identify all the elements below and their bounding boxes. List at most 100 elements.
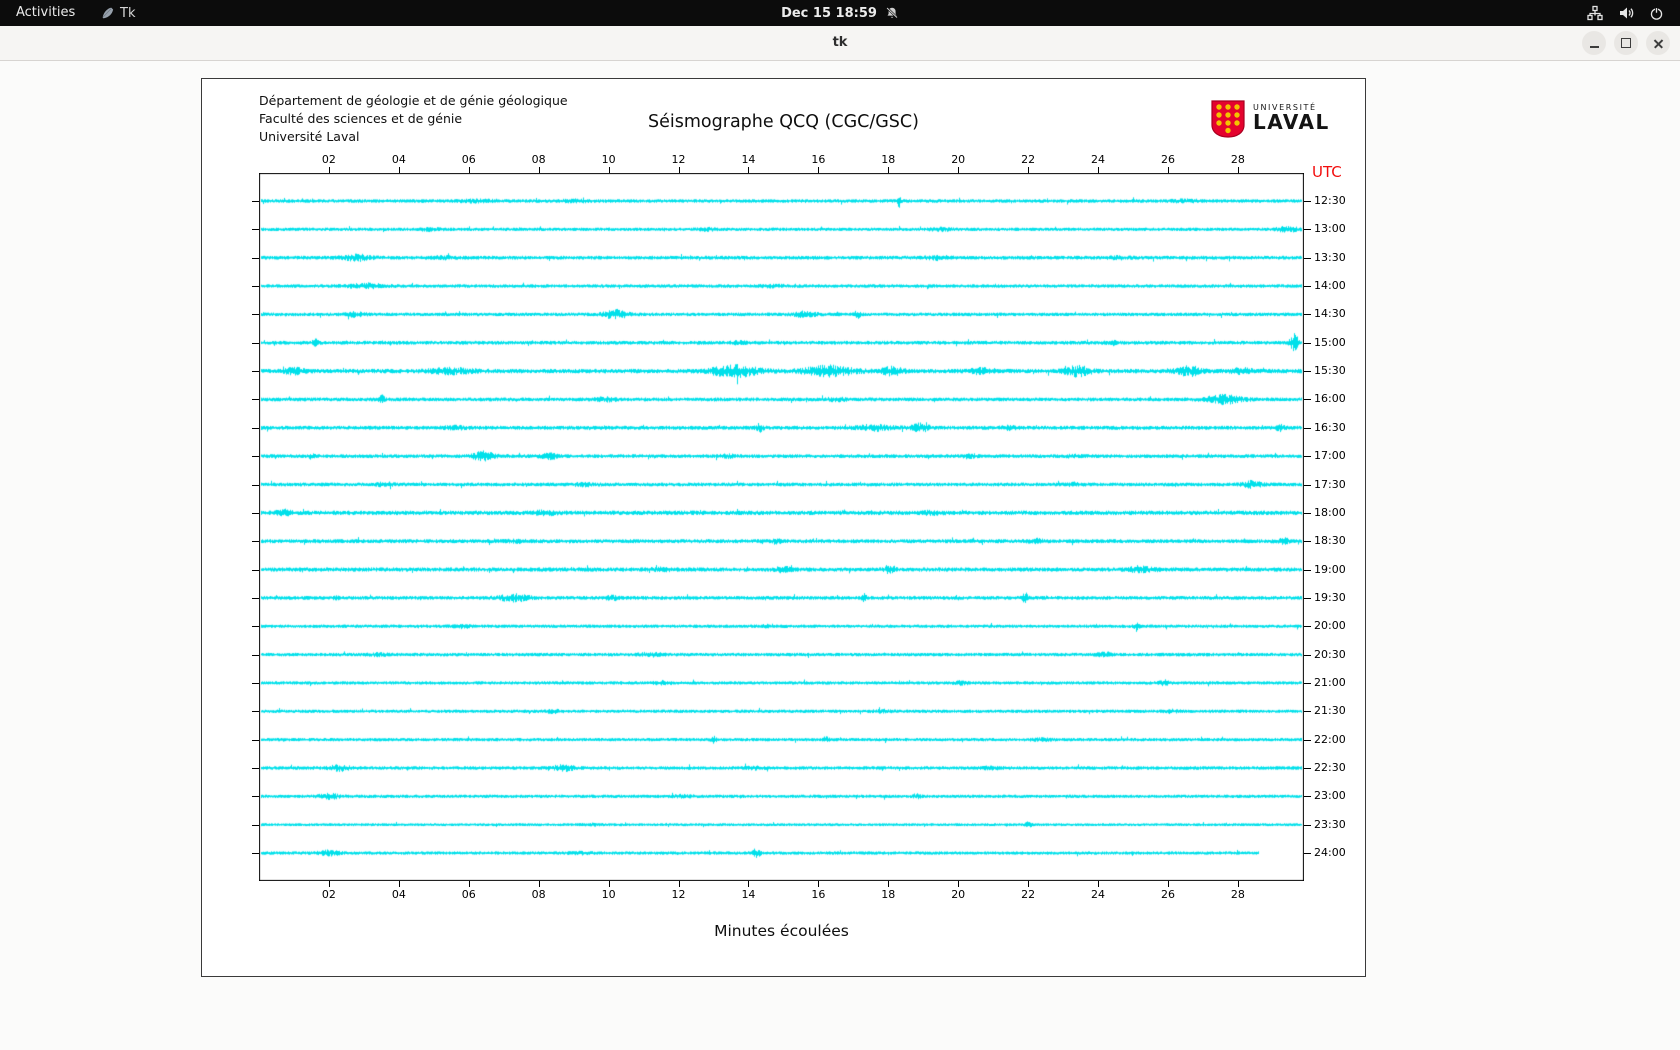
network-topology-icon[interactable] [1587,5,1603,21]
trace-tick-left [252,456,259,457]
trace-tick-left [252,513,259,514]
power-icon[interactable] [1649,6,1664,21]
trace-tick-right [1304,655,1311,656]
x-tick-label-top: 24 [1085,153,1111,166]
trace-tick-left [252,853,259,854]
x-tick-label-top: 04 [386,153,412,166]
x-tick-bottom [469,881,470,887]
trace-tick-right [1304,853,1311,854]
x-tick-label-bottom: 08 [526,888,552,901]
x-tick-label-top: 26 [1155,153,1181,166]
trace-tick-right [1304,428,1311,429]
trace-time-label: 22:00 [1314,733,1346,746]
trace-tick-left [252,626,259,627]
trace-tick-left [252,825,259,826]
utc-label: UTC [1312,163,1342,181]
system-status-area [1577,0,1674,26]
x-tick-bottom [958,881,959,887]
notifications-muted-icon [885,6,899,20]
activities-button[interactable]: Activities [6,0,85,26]
clock-label: Dec 15 18:59 [781,6,877,21]
trace-tick-left [252,428,259,429]
x-tick-label-top: 06 [456,153,482,166]
trace-time-label: 21:00 [1314,676,1346,689]
trace-tick-right [1304,825,1311,826]
app-indicator-label: Tk [120,6,135,21]
window-title: tk [0,26,1680,60]
trace-tick-left [252,371,259,372]
window-body: Département de géologie et de génie géol… [0,61,1680,1050]
trace-tick-right [1304,541,1311,542]
x-tick-bottom [1098,881,1099,887]
app-indicator-tk[interactable]: Tk [100,0,135,26]
x-tick-bottom [539,881,540,887]
minimize-icon [1590,46,1599,48]
trace-tick-right [1304,711,1311,712]
trace-tick-left [252,655,259,656]
laval-logo-text: UNIVERSITÉ LAVAL [1253,99,1330,133]
x-tick-top [399,167,400,173]
trace-time-label: 17:00 [1314,449,1346,462]
trace-tick-right [1304,371,1311,372]
x-tick-label-bottom: 22 [1015,888,1041,901]
x-tick-top [1168,167,1169,173]
trace-tick-right [1304,598,1311,599]
seismograph-canvas-frame: Département de géologie et de génie géol… [201,78,1366,977]
x-tick-label-bottom: 06 [456,888,482,901]
trace-time-label: 14:30 [1314,307,1346,320]
trace-time-label: 23:30 [1314,818,1346,831]
x-tick-bottom [679,881,680,887]
x-tick-label-bottom: 10 [596,888,622,901]
x-tick-top [609,167,610,173]
trace-time-label: 24:00 [1314,846,1346,859]
trace-time-label: 19:00 [1314,563,1346,576]
trace-time-label: 13:30 [1314,251,1346,264]
x-tick-label-top: 08 [526,153,552,166]
x-tick-label-top: 14 [735,153,761,166]
logo-laval-label: LAVAL [1253,112,1330,133]
trace-time-label: 15:30 [1314,364,1346,377]
x-tick-label-bottom: 28 [1225,888,1251,901]
x-tick-label-top: 18 [875,153,901,166]
x-tick-label-top: 20 [945,153,971,166]
x-tick-label-bottom: 20 [945,888,971,901]
maximize-button[interactable] [1614,31,1638,55]
trace-time-label: 23:00 [1314,789,1346,802]
x-tick-label-top: 22 [1015,153,1041,166]
x-tick-top [329,167,330,173]
trace-time-label: 15:00 [1314,336,1346,349]
trace-tick-right [1304,456,1311,457]
x-tick-top [539,167,540,173]
x-tick-label-bottom: 24 [1085,888,1111,901]
trace-time-label: 16:00 [1314,392,1346,405]
institution-line-1: Département de géologie et de génie géol… [259,92,568,110]
trace-tick-right [1304,314,1311,315]
window-titlebar: tk [0,26,1680,61]
trace-tick-right [1304,768,1311,769]
clock[interactable]: Dec 15 18:59 [781,0,899,26]
trace-tick-left [252,570,259,571]
screen: Activities Tk Dec 15 18:59 [0,0,1680,1050]
x-tick-label-top: 02 [316,153,342,166]
trace-tick-right [1304,343,1311,344]
x-tick-bottom [748,881,749,887]
trace-tick-right [1304,683,1311,684]
trace-tick-left [252,740,259,741]
volume-icon[interactable] [1618,5,1634,21]
x-tick-bottom [888,881,889,887]
trace-time-label: 21:30 [1314,704,1346,717]
trace-time-label: 20:30 [1314,648,1346,661]
x-axis-title: Minutes écoulées [259,922,1304,940]
x-tick-label-bottom: 16 [805,888,831,901]
trace-tick-left [252,314,259,315]
trace-tick-right [1304,513,1311,514]
trace-time-label: 18:30 [1314,534,1346,547]
minimize-button[interactable] [1582,31,1606,55]
trace-time-label: 16:30 [1314,421,1346,434]
x-tick-label-top: 28 [1225,153,1251,166]
x-tick-top [469,167,470,173]
close-button[interactable] [1646,31,1670,55]
x-tick-top [1238,167,1239,173]
x-tick-top [1028,167,1029,173]
trace-tick-left [252,598,259,599]
